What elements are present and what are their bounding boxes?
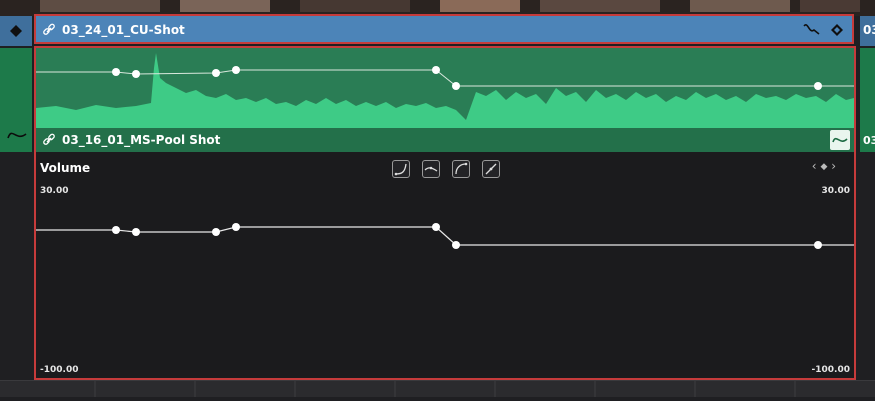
- keyframe-diamond-icon[interactable]: [830, 23, 844, 37]
- volume-keyframe: [112, 226, 120, 234]
- volume-keyframe: [132, 228, 140, 236]
- curve-toggle-icon[interactable]: [6, 128, 28, 142]
- video-clip-title: 03_24_01_CU-Shot: [62, 23, 185, 37]
- volume-keyframe: [432, 223, 440, 231]
- audio-clip-label-bar[interactable]: 03_16_01_MS-Pool Shot: [36, 128, 854, 152]
- audio-waveform: [36, 48, 854, 130]
- volume-keyframe: [452, 241, 460, 249]
- keyframe-diamond-icon[interactable]: [0, 16, 32, 46]
- curve-toggle-icon: [832, 137, 848, 143]
- video-clip[interactable]: 03_24_01_CU-Shot: [34, 14, 854, 44]
- next-audio-clip-title: 03: [863, 134, 875, 147]
- link-icon: [43, 133, 55, 145]
- volume-keyframe: [212, 228, 220, 236]
- volume-curve[interactable]: [36, 152, 854, 380]
- volume-keyframe: [814, 241, 822, 249]
- link-icon: [43, 23, 55, 35]
- next-video-clip[interactable]: 03: [860, 16, 875, 46]
- curve-toggle-icon[interactable]: [802, 22, 822, 36]
- volume-curve-editor[interactable]: Volume ‹ ◆ › 30.00 30.00 -100.00 -100.00: [34, 152, 856, 380]
- timeline-ruler[interactable]: [0, 380, 875, 397]
- next-video-clip-title: 03: [863, 23, 875, 37]
- volume-keyframe: [232, 223, 240, 231]
- audio-clip-title: 03_16_01_MS-Pool Shot: [62, 133, 221, 147]
- video-track-header[interactable]: [0, 16, 32, 46]
- curve-editor-toggle-button[interactable]: [830, 130, 850, 150]
- next-audio-clip[interactable]: 03: [860, 48, 875, 152]
- audio-track-header[interactable]: [0, 48, 32, 152]
